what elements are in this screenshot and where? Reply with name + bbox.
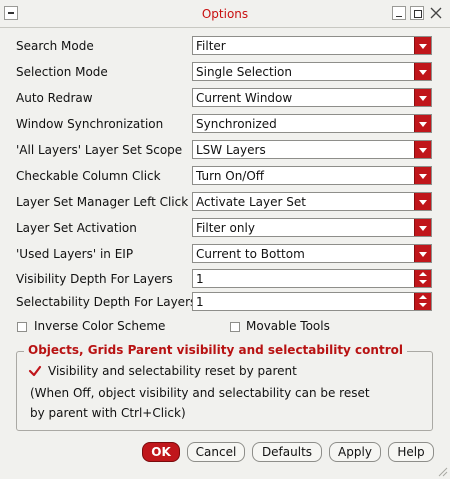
setting-label: 'All Layers' Layer Set Scope [16,143,183,157]
select-value: Synchronized [196,117,277,131]
inverse-color-label[interactable]: Inverse Color Scheme [34,319,165,333]
select-value: Turn On/Off [196,169,265,183]
chevron-down-icon[interactable] [414,245,431,262]
chevron-down-icon[interactable] [414,37,431,54]
select-value: Filter [196,39,226,53]
movable-tools-label[interactable]: Movable Tools [246,319,330,333]
setting-row-checkable-column: Checkable Column Click Turn On/Off [16,166,436,186]
spinner-arrows-icon[interactable] [414,270,431,287]
chevron-down-icon[interactable] [414,167,431,184]
movable-tools-checkbox[interactable] [230,322,240,332]
selectability-depth-spinner[interactable]: 1 [192,292,432,311]
reset-by-parent-label[interactable]: Visibility and selectability reset by pa… [48,364,297,378]
visibility-depth-spinner[interactable]: 1 [192,269,432,288]
setting-label: Layer Set Manager Left Click [16,195,189,209]
select-value: Single Selection [196,65,293,79]
chevron-down-icon[interactable] [414,193,431,210]
setting-label: Visibility Depth For Layers [16,272,173,286]
chevron-down-icon[interactable] [414,115,431,132]
selection-mode-select[interactable]: Single Selection [192,62,432,81]
cancel-button[interactable]: Cancel [187,442,245,462]
close-icon[interactable] [428,6,444,20]
setting-label: Selection Mode [16,65,108,79]
setting-label: Layer Set Activation [16,221,137,235]
help-button[interactable]: Help [388,442,434,462]
checkable-column-select[interactable]: Turn On/Off [192,166,432,185]
group-note-line1: (When Off, object visibility and selecta… [30,386,370,400]
group-note-line2: by parent with Ctrl+Click) [30,406,186,420]
setting-row-layer-set-scope: 'All Layers' Layer Set Scope LSW Layers [16,140,436,160]
select-value: Current Window [196,91,293,105]
apply-button[interactable]: Apply [329,442,381,462]
ok-button[interactable]: OK [142,442,180,462]
chevron-down-icon[interactable] [414,219,431,236]
defaults-button[interactable]: Defaults [252,442,322,462]
search-mode-select[interactable]: Filter [192,36,432,55]
maximize-icon[interactable] [410,6,424,20]
setting-row-used-layers: 'Used Layers' in EIP Current to Bottom [16,244,436,264]
setting-row-layer-set-activation: Layer Set Activation Filter only [16,218,436,238]
setting-row-selectability-depth: Selectability Depth For Layers 1 [16,292,436,312]
window-title: Options [201,7,249,21]
setting-row-auto-redraw: Auto Redraw Current Window [16,88,436,108]
select-value: Activate Layer Set [196,195,306,209]
window-sync-select[interactable]: Synchronized [192,114,432,133]
setting-label: Selectability Depth For Layers [16,295,197,309]
inverse-color-checkbox[interactable] [17,322,27,332]
select-value: Current to Bottom [196,247,305,261]
setting-row-window-sync: Window Synchronization Synchronized [16,114,436,134]
layer-set-scope-select[interactable]: LSW Layers [192,140,432,159]
setting-row-selection-mode: Selection Mode Single Selection [16,62,436,82]
setting-label: 'Used Layers' in EIP [16,247,134,261]
checkmark-icon[interactable] [28,364,42,378]
resize-grip-icon[interactable] [436,465,448,477]
select-value: Filter only [196,221,255,235]
spinner-value[interactable]: 1 [196,295,204,309]
auto-redraw-select[interactable]: Current Window [192,88,432,107]
used-layers-select[interactable]: Current to Bottom [192,244,432,263]
chevron-down-icon[interactable] [414,89,431,106]
spinner-arrows-icon[interactable] [414,293,431,310]
group-title: Objects, Grids Parent visibility and sel… [24,343,407,357]
setting-row-search-mode: Search Mode Filter [16,36,436,56]
setting-row-visibility-depth: Visibility Depth For Layers 1 [16,269,436,289]
setting-label: Search Mode [16,39,94,53]
minimize-icon[interactable] [392,6,406,20]
setting-label: Checkable Column Click [16,169,161,183]
spinner-value[interactable]: 1 [196,272,204,286]
setting-row-lsm-left-click: Layer Set Manager Left Click Activate La… [16,192,436,212]
chevron-down-icon[interactable] [414,141,431,158]
chevron-down-icon[interactable] [414,63,431,80]
lsm-left-click-select[interactable]: Activate Layer Set [192,192,432,211]
select-value: LSW Layers [196,143,266,157]
title-bar[interactable]: Options [0,0,450,28]
setting-label: Auto Redraw [16,91,93,105]
setting-label: Window Synchronization [16,117,164,131]
layer-set-activation-select[interactable]: Filter only [192,218,432,237]
